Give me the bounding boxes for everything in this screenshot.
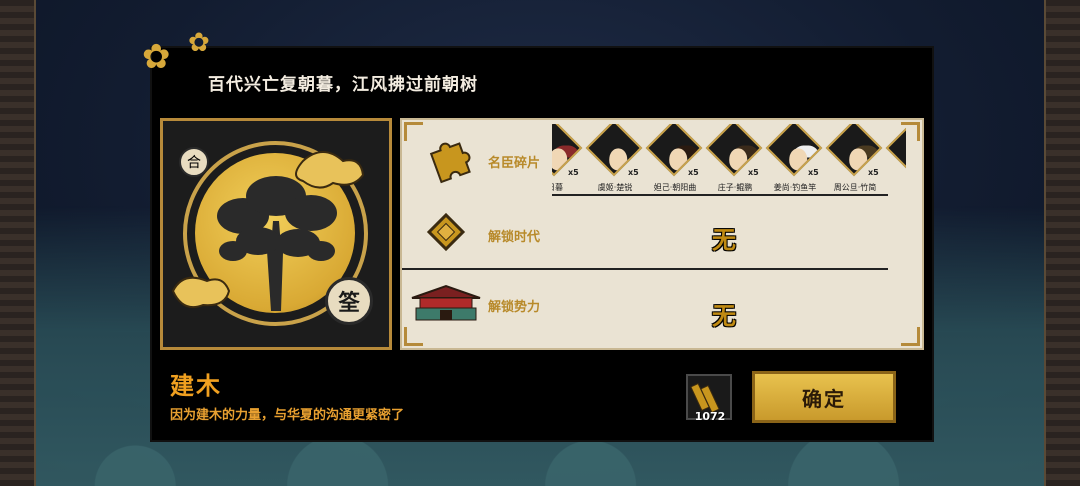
hero-name: 庄子·鲲鹏 [717, 183, 753, 192]
hero-fragment-item[interactable]: x5 庄子·鲲鹏 [705, 124, 764, 196]
dialog-title: 百代兴亡复朝暮，江风拂过前朝树 [208, 75, 478, 95]
right-frame-border [1044, 0, 1080, 486]
flower-decoration-icon: ✿ [142, 37, 171, 77]
item-portrait: 合 筌 [160, 118, 392, 350]
hero-name: 姜尚·钓鱼竿 [773, 183, 817, 192]
hero-fragment-count: x5 [808, 168, 819, 177]
hero-fragment-item[interactable]: x5 周公旦·竹简 [825, 124, 884, 196]
currency-count: 1072 [694, 410, 726, 423]
seal-top-icon: 合 [179, 147, 209, 177]
hero-fragment-count: x5 [868, 168, 879, 177]
confirm-button[interactable]: 确定 [752, 371, 896, 423]
hero-fragment-count: x5 [688, 168, 699, 177]
hero-fragment-list[interactable]: x5 日暮 x5 虞姬·楚锐 x5 妲己·朝阳曲 x5 庄子·鲲鹏 x5 姜尚·钓鱼竿 x5 周公旦·… [552, 124, 906, 196]
seal-bottom-icon: 筌 [325, 277, 373, 325]
hero-fragment-item[interactable]: 哪吒· [885, 124, 907, 196]
divider [552, 194, 888, 196]
divider [402, 268, 888, 270]
hero-fragment-item[interactable]: x5 日暮 [552, 124, 584, 196]
hero-name: 日暮 [552, 183, 563, 192]
flower-decoration-icon: ✿ [188, 28, 210, 58]
hero-fragment-item[interactable]: x5 虞姬·楚锐 [585, 124, 644, 196]
hero-fragment-item[interactable]: x5 妲己·朝阳曲 [645, 124, 704, 196]
hero-portrait [885, 124, 906, 177]
hero-name: 哪吒· [886, 182, 907, 193]
unlock-dialog: ✿ ✿ 百代兴亡复朝暮，江风拂过前朝树 合 筌 名臣碎片 x5 暮 x5 虞姬·… [142, 30, 934, 442]
hero-name: 妲己·朝阳曲 [653, 183, 697, 192]
hero-name: 周公旦·竹简 [833, 183, 877, 192]
palace-icon [408, 280, 484, 324]
reward-panel: 名臣碎片 x5日暮x5虞姬·楚锐x5妲己·朝阳曲x5庄子·鲲鹏x5姜尚·钓鱼竿x… [400, 118, 924, 350]
hero-fragment-count: x5 [568, 168, 579, 177]
era-diamond-icon [424, 210, 468, 254]
era-label: 解锁时代 [488, 230, 541, 245]
era-value: 无 [712, 226, 736, 254]
hero-name: 虞姬·楚锐 [597, 183, 633, 192]
left-frame-border [0, 0, 36, 486]
panel-corner [404, 122, 423, 141]
puzzle-piece-icon [424, 134, 474, 184]
item-description: 因为建木的力量，与华夏的沟通更紧密了 [170, 408, 405, 423]
faction-value: 无 [712, 302, 736, 330]
faction-label: 解锁势力 [488, 300, 541, 315]
hero-fragment-item[interactable]: x5 姜尚·钓鱼竿 [765, 124, 824, 196]
panel-corner [901, 327, 920, 346]
fragments-label: 名臣碎片 [488, 156, 541, 171]
hero-fragment-count: x5 [748, 168, 759, 177]
hero-fragment-count: x5 [628, 168, 639, 177]
item-name: 建木 [170, 372, 222, 400]
panel-corner [404, 327, 423, 346]
